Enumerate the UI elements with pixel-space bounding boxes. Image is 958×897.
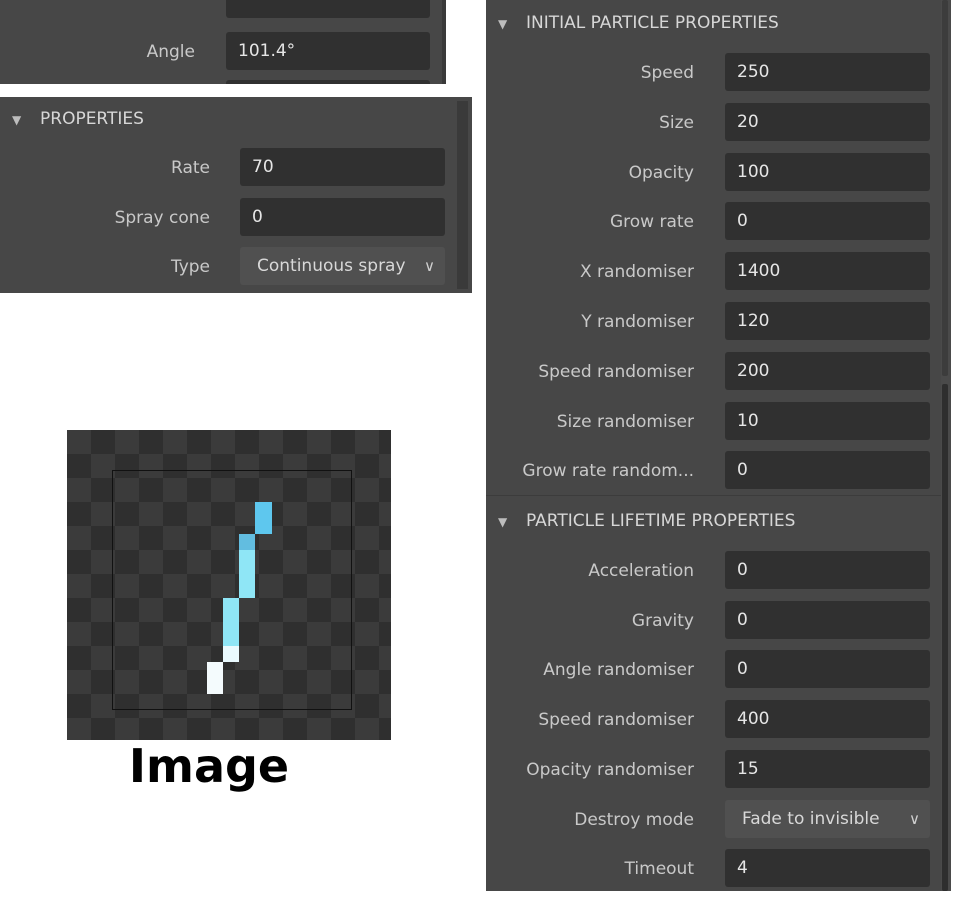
rate-input[interactable]: 70 <box>240 148 445 186</box>
gravity-label: Gravity <box>631 610 694 631</box>
speed-randomiser-input[interactable]: 200 <box>725 351 930 390</box>
angle-panel-scrollbar[interactable] <box>442 0 446 84</box>
collapse-triangle-icon[interactable]: ▼ <box>498 5 526 43</box>
destroy-mode-select[interactable]: Fade to invisible ∨ <box>725 799 930 838</box>
grow-rate-random-label: Grow rate random... <box>522 461 694 482</box>
timeout-label: Timeout <box>624 859 694 880</box>
lifetime-section-header[interactable]: ▼ PARTICLE LIFETIME PROPERTIES <box>498 502 795 540</box>
initial-section-header[interactable]: ▼ INITIAL PARTICLE PROPERTIES <box>498 4 779 42</box>
angle-panel: Angle 101.4° <box>0 0 446 84</box>
lifetime-row-gravity: Gravity 0 <box>486 600 941 641</box>
properties-panel: ▼ PROPERTIES Rate 70 Spray cone 0 Type Co… <box>0 97 472 293</box>
type-select[interactable]: Continuous spray ∨ <box>240 247 445 285</box>
size-randomiser-input[interactable]: 10 <box>725 401 930 440</box>
particle-sprite-image <box>207 502 272 694</box>
initial-row-opacity: Opacity 100 <box>486 152 941 193</box>
initial-row-grow-rate-random: Grow rate random... 0 <box>486 451 941 491</box>
opacity-input[interactable]: 100 <box>725 152 930 191</box>
chevron-down-icon: ∨ <box>424 257 435 275</box>
particle-panel-scrollbar[interactable] <box>941 0 951 891</box>
destroy-mode-label: Destroy mode <box>574 809 694 830</box>
lifetime-row-speed-randomiser: Speed randomiser 400 <box>486 700 941 740</box>
lifetime-header-label: PARTICLE LIFETIME PROPERTIES <box>526 511 796 531</box>
image-caption: Image <box>128 739 290 793</box>
initial-row-grow-rate: Grow rate 0 <box>486 202 941 242</box>
opacity-randomiser-label: Opacity randomiser <box>526 759 694 780</box>
lifetime-row-opacity-randomiser: Opacity randomiser 15 <box>486 749 941 790</box>
speed-randomiser-input[interactable]: 400 <box>725 700 930 739</box>
opacity-label: Opacity <box>628 162 694 183</box>
x-randomiser-input[interactable]: 1400 <box>725 252 930 291</box>
initial-row-speed: Speed 250 <box>486 53 941 93</box>
size-label: Size <box>659 112 694 133</box>
collapse-triangle-icon[interactable]: ▼ <box>12 101 40 139</box>
initial-row-speed-randomiser: Speed randomiser 200 <box>486 351 941 392</box>
grow-rate-random-input[interactable]: 0 <box>725 451 930 490</box>
chevron-down-icon: ∨ <box>909 809 920 828</box>
size-input[interactable]: 20 <box>725 102 930 141</box>
spray-cone-input[interactable]: 0 <box>240 198 445 236</box>
angle-randomiser-input[interactable]: 0 <box>725 650 930 689</box>
type-select-value: Continuous spray <box>257 256 406 276</box>
particle-properties-panel: ▼ INITIAL PARTICLE PROPERTIES Speed 250 Siz… <box>486 0 951 891</box>
scrollbar-thumb[interactable] <box>942 0 948 376</box>
speed-randomiser-label: Speed randomiser <box>538 361 694 382</box>
timeout-input[interactable]: 4 <box>725 849 930 888</box>
section-divider <box>486 495 941 496</box>
spray-cone-label: Spray cone <box>114 208 210 228</box>
size-randomiser-label: Size randomiser <box>556 411 694 432</box>
angle-randomiser-label: Angle randomiser <box>543 660 694 681</box>
image-preview <box>67 430 391 740</box>
y-randomiser-label: Y randomiser <box>581 312 694 332</box>
lifetime-row-angle-randomiser: Angle randomiser 0 <box>486 650 941 690</box>
initial-header-label: INITIAL PARTICLE PROPERTIES <box>526 13 779 33</box>
initial-row-y-randomiser: Y randomiser 120 <box>486 302 941 342</box>
gravity-input[interactable]: 0 <box>725 600 930 639</box>
acceleration-input[interactable]: 0 <box>725 551 930 589</box>
destroy-mode-select-value: Fade to invisible <box>742 808 880 829</box>
angle-prev-field-fragment[interactable] <box>226 0 430 18</box>
properties-header-label: PROPERTIES <box>40 109 144 129</box>
next-field-fragment[interactable] <box>226 80 430 84</box>
grow-rate-label: Grow rate <box>609 212 694 233</box>
type-label: Type <box>170 257 210 277</box>
rate-label: Rate <box>171 158 210 178</box>
properties-scrollbar[interactable] <box>457 101 468 289</box>
properties-section-header[interactable]: ▼ PROPERTIES <box>12 100 144 138</box>
speed-randomiser-label: Speed randomiser <box>538 710 694 731</box>
acceleration-label: Acceleration <box>588 561 694 581</box>
speed-label: Speed <box>640 63 694 83</box>
lifetime-row-destroy-mode: Destroy mode Fade to invisible ∨ <box>486 799 941 840</box>
initial-row-size-randomiser: Size randomiser 10 <box>486 401 941 442</box>
x-randomiser-label: X randomiser <box>579 262 694 283</box>
initial-row-x-randomiser: X randomiser 1400 <box>486 252 941 292</box>
collapse-triangle-icon[interactable]: ▼ <box>498 503 526 541</box>
initial-row-size: Size 20 <box>486 102 941 143</box>
angle-label: Angle <box>146 42 195 62</box>
opacity-randomiser-input[interactable]: 15 <box>725 749 930 788</box>
y-randomiser-input[interactable]: 120 <box>725 302 930 340</box>
lifetime-row-timeout: Timeout 4 <box>486 849 941 889</box>
speed-input[interactable]: 250 <box>725 53 930 91</box>
grow-rate-input[interactable]: 0 <box>725 202 930 241</box>
angle-input[interactable]: 101.4° <box>226 32 430 70</box>
lifetime-row-acceleration: Acceleration 0 <box>486 551 941 591</box>
